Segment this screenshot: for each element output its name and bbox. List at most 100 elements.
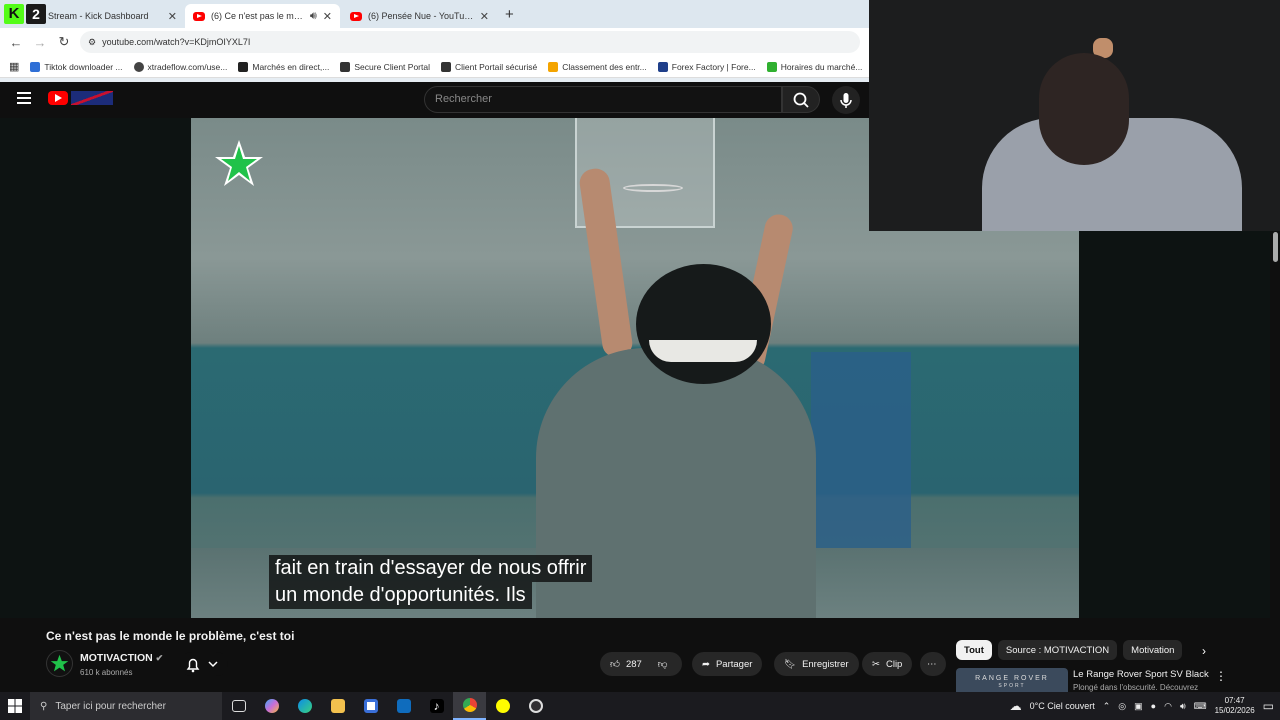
printer-icon[interactable]: ▣ — [1134, 701, 1143, 712]
tab-label: (6) Ce n'est pas le monde le — [211, 11, 304, 21]
search-input[interactable]: Rechercher — [424, 86, 782, 113]
like-dislike-group: 👍︎ 287 👎︎ — [600, 652, 682, 676]
chip-motivation[interactable]: Motivation — [1123, 640, 1183, 660]
search-icon: ⚲ — [40, 700, 48, 712]
tab-pensee-nue[interactable]: (6) Pensée Nue - YouTube ✕ — [342, 4, 497, 28]
save-button[interactable]: 🔖︎ Enregistrer — [774, 652, 859, 676]
tab-kick-dashboard[interactable]: Stream - Kick Dashboard ✕ — [40, 4, 185, 28]
bookmark-label: Forex Factory | Fore... — [671, 61, 756, 72]
bookmark-horaires[interactable]: Horaires du marché... — [766, 61, 862, 72]
screen: K 2 Stream - Kick Dashboard ✕ (6) Ce n'e… — [0, 0, 1280, 720]
search-button[interactable] — [782, 86, 820, 113]
chrome-icon[interactable] — [453, 692, 486, 720]
bookmark-icon — [30, 61, 41, 72]
scrollbar-thumb[interactable] — [1273, 232, 1278, 262]
tiktok-icon[interactable]: ♪ — [420, 692, 453, 720]
new-tab-button[interactable]: + — [505, 6, 514, 23]
youtube-favicon-icon — [350, 11, 362, 21]
notification-bell-button[interactable] — [180, 652, 228, 676]
copilot-icon[interactable] — [255, 692, 288, 720]
recommendation-chips: Tout Source : MOTIVACTION Motivation — [956, 640, 1183, 660]
thumbs-down-icon[interactable]: 👎︎ — [658, 658, 668, 670]
tab-label: (6) Pensée Nue - YouTube — [368, 11, 474, 21]
chip-source[interactable]: Source : MOTIVACTION — [997, 640, 1118, 660]
clock[interactable]: 07:47 15/02/2026 — [1215, 696, 1255, 716]
microphone-icon — [840, 93, 852, 108]
youtube-logo[interactable] — [48, 91, 113, 105]
bookmark-icon — [238, 61, 249, 72]
verified-icon: ✔︎ — [155, 653, 164, 663]
forward-icon[interactable]: → — [30, 35, 50, 50]
windows-start-icon[interactable] — [0, 699, 30, 713]
chevron-right-icon[interactable]: › — [1202, 644, 1206, 658]
task-view-icon[interactable] — [222, 692, 255, 720]
taskbar-search-input[interactable]: ⚲ Taper ici pour rechercher — [30, 692, 222, 720]
voice-search-button[interactable] — [832, 86, 860, 114]
bookmark-icon — [548, 61, 559, 72]
youtube-play-icon — [48, 91, 68, 105]
like-count[interactable]: 287 — [626, 659, 642, 670]
store-icon[interactable] — [354, 692, 387, 720]
menu-icon[interactable] — [17, 92, 31, 106]
bookmark-label: Marchés en direct,... — [252, 61, 330, 72]
apps-grid-icon[interactable]: ▦ — [9, 60, 19, 73]
edge-icon[interactable] — [288, 692, 321, 720]
player-headband — [649, 340, 757, 362]
channel-star-icon — [50, 654, 69, 672]
address-bar[interactable]: ⚙︎ youtube.com/watch?v=KDjmOIYXL7I — [80, 31, 860, 53]
bookmark-tiktok[interactable]: Tiktok downloader ... — [30, 61, 123, 72]
system-tray: ☁︎ 0°C Ciel couvert ⌃ ◎ ▣ ● ◠ 🔊︎ ⌨ 07:47… — [1010, 692, 1280, 720]
subtitle-line-1: fait en train d'essayer de nous offrir — [269, 555, 593, 582]
wifi-icon[interactable]: ◠ — [1164, 701, 1172, 712]
channel-name[interactable]: MOTIVACTION ✔︎ — [80, 652, 163, 664]
file-explorer-icon[interactable] — [321, 692, 354, 720]
share-button[interactable]: ➦ Partager — [692, 652, 763, 676]
clip-label: Clip — [885, 658, 903, 670]
tab-label: Stream - Kick Dashboard — [48, 11, 149, 21]
cloud-weather-icon: ☁︎ — [1009, 699, 1022, 713]
channel-name-text: MOTIVACTION — [80, 652, 153, 664]
speaker-icon[interactable]: 🔊︎ — [310, 10, 317, 23]
recommended-thumbnail[interactable]: RANGE ROVER SPORT — [956, 668, 1068, 692]
chip-all[interactable]: Tout — [956, 640, 992, 660]
close-icon[interactable]: ✕ — [480, 10, 489, 23]
chevron-up-icon[interactable]: ⌃ — [1103, 701, 1111, 712]
keyboard-icon[interactable]: ⌨ — [1194, 701, 1207, 712]
video-subtitles: fait en train d'essayer de nous offrir u… — [269, 555, 593, 609]
bookmark-label: Tiktok downloader ... — [44, 61, 123, 72]
tab-youtube-active[interactable]: (6) Ce n'est pas le monde le 🔊︎ ✕ — [185, 4, 340, 28]
bookmark-marches[interactable]: Marchés en direct,... — [238, 61, 330, 72]
browser-window: K 2 Stream - Kick Dashboard ✕ (6) Ce n'e… — [0, 0, 869, 82]
clock-date: 15/02/2026 — [1214, 706, 1255, 715]
network-icon[interactable]: ◎ — [1118, 701, 1126, 712]
back-icon[interactable]: ← — [6, 35, 26, 50]
recommended-title[interactable]: Le Range Rover Sport SV Black — [1073, 669, 1209, 680]
uk-flag-icon — [71, 91, 113, 105]
snapchat-icon[interactable] — [486, 692, 519, 720]
volume-icon[interactable]: 🔊︎ — [1180, 701, 1186, 712]
site-info-icon[interactable]: ⚙︎ — [88, 37, 96, 48]
thumbs-up-icon[interactable]: 👍︎ — [610, 658, 620, 670]
microphone-icon[interactable]: ● — [1151, 701, 1156, 711]
video-title: Ce n'est pas le monde le problème, c'est… — [46, 629, 295, 643]
bookmark-client-portail[interactable]: Client Portail sécurisé — [440, 61, 537, 72]
notification-icon[interactable]: ▭ — [1263, 699, 1274, 713]
bookmark-xtradeflow[interactable]: xtradeflow.com/use... — [133, 61, 227, 72]
obs-icon[interactable] — [519, 692, 552, 720]
page-scrollbar[interactable] — [1270, 231, 1280, 691]
bookmark-secure-client[interactable]: Secure Client Portal — [340, 61, 430, 72]
close-icon[interactable]: ✕ — [323, 10, 332, 23]
more-vertical-icon[interactable]: ⋮ — [1215, 669, 1227, 683]
clip-button[interactable]: ✂ Clip — [862, 652, 913, 676]
close-icon[interactable]: ✕ — [168, 10, 177, 23]
bookmark-forex-factory[interactable]: Forex Factory | Fore... — [657, 61, 756, 72]
bookmark-classement[interactable]: Classement des entr... — [548, 61, 647, 72]
outlook-icon[interactable] — [387, 692, 420, 720]
channel-avatar[interactable] — [46, 650, 73, 677]
weather-text[interactable]: 0°C Ciel couvert — [1030, 701, 1095, 711]
reload-icon[interactable]: ↻ — [54, 34, 74, 50]
more-actions-button[interactable]: ⋯ — [920, 652, 946, 676]
clock-time: 07:47 — [1224, 696, 1245, 705]
streamer-head — [1039, 53, 1129, 165]
save-label: Enregistrer — [802, 658, 849, 670]
